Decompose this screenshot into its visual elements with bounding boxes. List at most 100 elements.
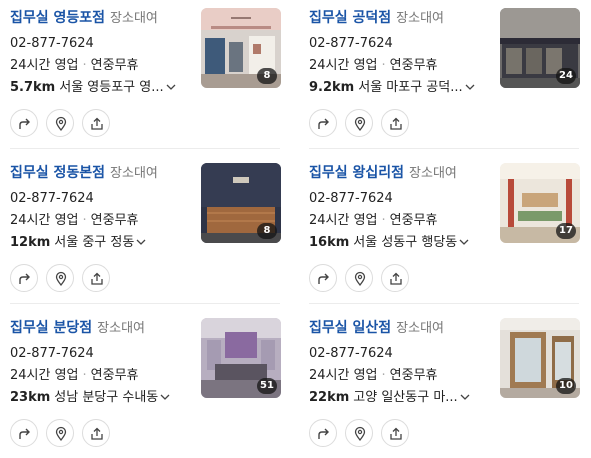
photo-count-badge: 8 (257, 223, 277, 239)
share-button[interactable] (381, 264, 409, 292)
place-category: 장소대여 (396, 321, 444, 336)
photo-count-badge: 17 (556, 223, 576, 239)
place-photo[interactable]: 10 (500, 318, 580, 398)
photo-count-badge: 24 (556, 68, 576, 84)
location-button[interactable] (345, 264, 373, 292)
place-phone[interactable]: 02-877-7624 (10, 345, 94, 363)
place-phone[interactable]: 02-877-7624 (309, 190, 393, 208)
location-pin-icon (354, 426, 366, 442)
holiday-text: 연중무휴 (389, 58, 438, 73)
place-category: 장소대여 (110, 11, 158, 26)
directions-button[interactable] (10, 264, 38, 292)
place-photo[interactable]: 51 (201, 318, 281, 398)
distance: 23km (10, 390, 51, 405)
location-pin-icon (354, 271, 366, 287)
place-phone[interactable]: 02-877-7624 (10, 190, 94, 208)
chevron-down-icon[interactable] (460, 393, 470, 401)
place-hours: 24시간 영업 · 연중무휴 (10, 213, 139, 228)
place-category: 장소대여 (97, 321, 145, 336)
share-icon (91, 117, 103, 130)
place-title[interactable]: 집무실 왕십리점 장소대여 (309, 163, 457, 184)
place-name[interactable]: 집무실 정동본점 (10, 165, 105, 181)
place-name[interactable]: 집무실 분당점 (10, 320, 92, 336)
location-button[interactable] (46, 264, 74, 292)
directions-icon (318, 273, 329, 284)
distance: 16km (309, 235, 350, 250)
directions-icon (19, 428, 30, 439)
chevron-down-icon[interactable] (166, 83, 176, 91)
place-address[interactable]: 5.7km 서울 영등포구 영... (10, 79, 190, 97)
place-photo[interactable]: 17 (500, 163, 580, 243)
share-icon (390, 272, 402, 285)
place-phone[interactable]: 02-877-7624 (10, 35, 94, 53)
holiday-text: 연중무휴 (90, 368, 139, 383)
place-address[interactable]: 16km 서울 성동구 행당동 (309, 234, 489, 252)
holiday-text: 연중무휴 (90, 58, 139, 73)
chevron-down-icon[interactable] (160, 393, 170, 401)
address-text: 서울 중구 정동 (54, 235, 135, 250)
place-title[interactable]: 집무실 영등포점 장소대여 (10, 8, 158, 29)
chevron-down-icon[interactable] (459, 238, 469, 246)
directions-button[interactable] (309, 264, 337, 292)
distance: 22km (309, 390, 350, 405)
place-card: 집무실 공덕점 장소대여 02-877-7624 24시간 영업 · 연중무휴 9.2… (309, 8, 589, 148)
directions-button[interactable] (309, 109, 337, 137)
row-divider (309, 303, 579, 304)
place-card: 집무실 분당점 장소대여 02-877-7624 24시간 영업 · 연중무휴 23k… (10, 318, 290, 458)
place-photo[interactable]: 24 (500, 8, 580, 88)
row-divider (10, 303, 280, 304)
distance: 5.7km (10, 80, 56, 95)
hours-text: 24시간 영업 (309, 368, 378, 383)
share-button[interactable] (381, 419, 409, 447)
place-address[interactable]: 23km 성남 분당구 수내동 (10, 389, 190, 407)
share-button[interactable] (82, 419, 110, 447)
location-pin-icon (354, 116, 366, 132)
address-text: 서울 마포구 공덕... (358, 80, 463, 95)
distance: 9.2km (309, 80, 355, 95)
address-text: 성남 분당구 수내동 (54, 390, 159, 405)
directions-button[interactable] (10, 419, 38, 447)
share-button[interactable] (82, 109, 110, 137)
place-title[interactable]: 집무실 분당점 장소대여 (10, 318, 145, 339)
place-hours: 24시간 영업 · 연중무휴 (309, 213, 438, 228)
place-title[interactable]: 집무실 일산점 장소대여 (309, 318, 444, 339)
place-phone[interactable]: 02-877-7624 (309, 35, 393, 53)
share-button[interactable] (381, 109, 409, 137)
share-button[interactable] (82, 264, 110, 292)
place-address[interactable]: 12km 서울 중구 정동 (10, 234, 190, 252)
photo-count-badge: 8 (257, 68, 277, 84)
hours-text: 24시간 영업 (10, 213, 79, 228)
directions-button[interactable] (309, 419, 337, 447)
place-name[interactable]: 집무실 왕십리점 (309, 165, 404, 181)
chevron-down-icon[interactable] (465, 83, 475, 91)
location-button[interactable] (345, 109, 373, 137)
address-text: 서울 성동구 행당동 (353, 235, 458, 250)
location-button[interactable] (46, 109, 74, 137)
directions-icon (19, 118, 30, 129)
location-button[interactable] (46, 419, 74, 447)
place-category: 장소대여 (409, 166, 457, 181)
place-address[interactable]: 22km 고양 일산동구 마... (309, 389, 489, 407)
hours-text: 24시간 영업 (10, 368, 79, 383)
place-address[interactable]: 9.2km 서울 마포구 공덕... (309, 79, 489, 97)
place-hours: 24시간 영업 · 연중무휴 (309, 368, 438, 383)
share-icon (91, 427, 103, 440)
chevron-down-icon[interactable] (136, 238, 146, 246)
directions-button[interactable] (10, 109, 38, 137)
row-divider (309, 148, 579, 149)
place-name[interactable]: 집무실 일산점 (309, 320, 391, 336)
place-hours: 24시간 영업 · 연중무휴 (10, 368, 139, 383)
directions-icon (19, 273, 30, 284)
place-phone[interactable]: 02-877-7624 (309, 345, 393, 363)
place-name[interactable]: 집무실 영등포점 (10, 10, 105, 26)
place-card: 집무실 일산점 장소대여 02-877-7624 24시간 영업 · 연중무휴 22k… (309, 318, 589, 458)
place-photo[interactable]: 8 (201, 163, 281, 243)
distance: 12km (10, 235, 51, 250)
place-title[interactable]: 집무실 공덕점 장소대여 (309, 8, 444, 29)
place-hours: 24시간 영업 · 연중무휴 (309, 58, 438, 73)
location-button[interactable] (345, 419, 373, 447)
place-title[interactable]: 집무실 정동본점 장소대여 (10, 163, 158, 184)
holiday-text: 연중무휴 (389, 368, 438, 383)
place-photo[interactable]: 8 (201, 8, 281, 88)
place-name[interactable]: 집무실 공덕점 (309, 10, 391, 26)
